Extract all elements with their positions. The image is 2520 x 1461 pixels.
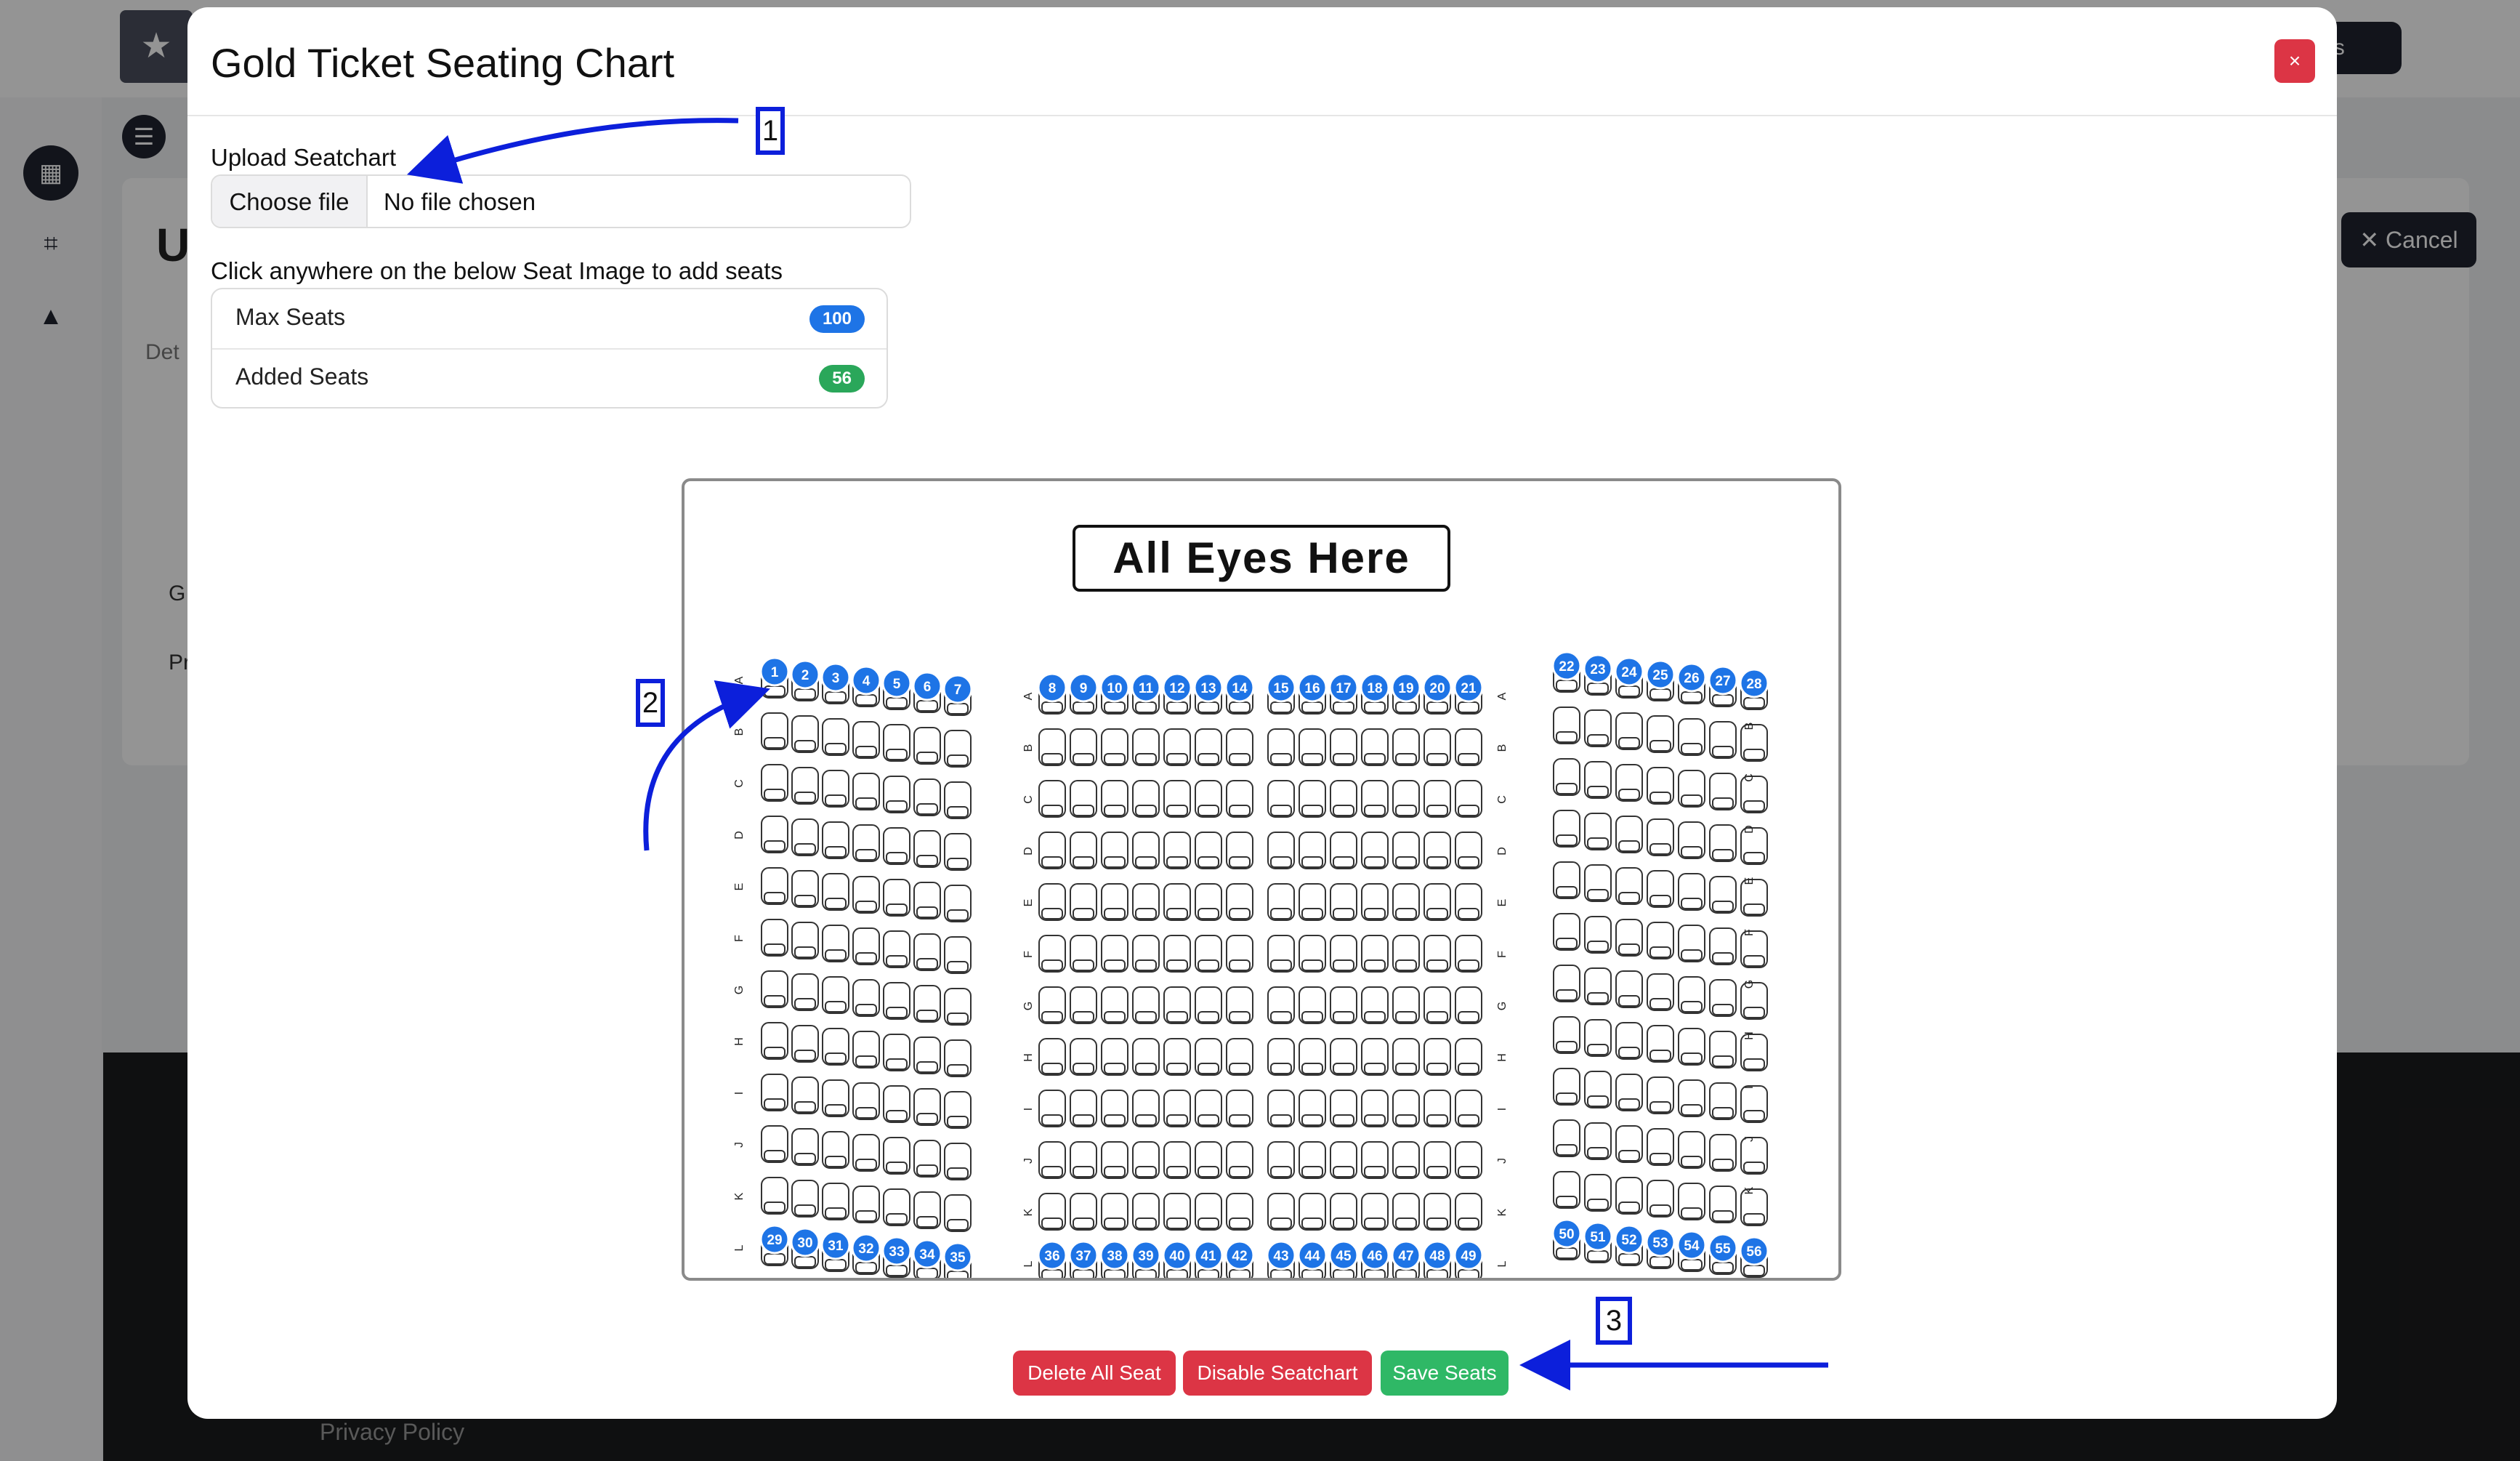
- annotation-callout-1: 1: [756, 107, 785, 155]
- annotation-callout-2: 2: [636, 679, 665, 727]
- annotation-callout-3: 3: [1596, 1297, 1632, 1345]
- annotation-layer: [406, 118, 1828, 1390]
- annotation-arrow-1: [406, 118, 739, 184]
